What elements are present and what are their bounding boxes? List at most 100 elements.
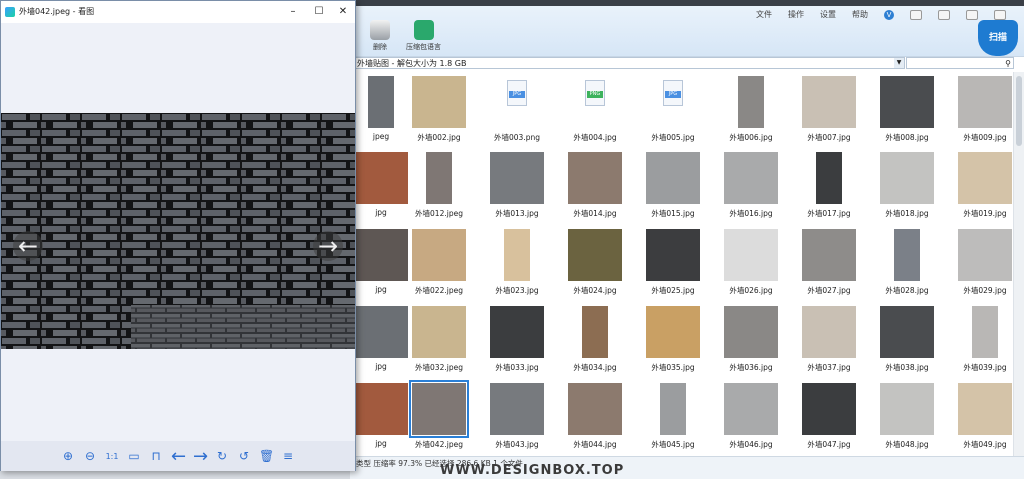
- menu-help[interactable]: 帮助: [852, 9, 868, 20]
- file-item[interactable]: 外墙034.jpg: [556, 302, 634, 378]
- file-item[interactable]: 外墙007.jpg: [790, 72, 868, 148]
- file-item[interactable]: JPG 外墙003.png: [478, 72, 556, 148]
- file-item[interactable]: 外墙036.jpg: [712, 302, 790, 378]
- user-icon[interactable]: V: [884, 9, 894, 20]
- file-item[interactable]: 外墙014.jpg: [556, 148, 634, 224]
- maximize-icon[interactable]: ☐: [307, 1, 331, 23]
- previous-image-button[interactable]: ←: [13, 231, 43, 261]
- open-folder-icon[interactable]: ▭: [127, 449, 141, 463]
- file-item[interactable]: 外墙047.jpg: [790, 379, 868, 455]
- path-bar[interactable]: 外墙贴图 - 解包大小为 1.8 GB ▼: [350, 57, 905, 69]
- file-item[interactable]: 外墙038.jpg: [868, 302, 946, 378]
- path-dropdown-icon[interactable]: ▼: [894, 58, 904, 68]
- file-name: 外墙042.jpeg: [415, 440, 463, 449]
- menu-settings[interactable]: 设置: [820, 9, 836, 20]
- file-item[interactable]: 外墙028.jpg: [868, 225, 946, 301]
- file-item[interactable]: 外墙033.jpg: [478, 302, 556, 378]
- file-item[interactable]: PNG 外墙004.jpg: [556, 72, 634, 148]
- next-image-button[interactable]: →: [313, 231, 343, 261]
- thumbnail-image: [958, 229, 1012, 281]
- slideshow-icon[interactable]: ⊓: [149, 449, 163, 463]
- scrollbar-thumb[interactable]: [1016, 76, 1022, 146]
- thumbnail-image: [660, 383, 686, 435]
- thumbnail-image: [490, 152, 544, 204]
- thumbnail-image: [724, 306, 778, 358]
- thumbnail-image: [958, 383, 1012, 435]
- minimize-icon[interactable]: [938, 9, 950, 20]
- search-input[interactable]: ⚲: [906, 57, 1014, 69]
- file-item[interactable]: 外墙043.jpg: [478, 379, 556, 455]
- file-name: 外墙026.jpg: [729, 286, 773, 295]
- rotate-left-icon[interactable]: ↺: [237, 449, 251, 463]
- file-item[interactable]: JPG 外墙005.jpg: [634, 72, 712, 148]
- thumbnail-image: [802, 229, 856, 281]
- file-item[interactable]: 外墙002.jpg: [400, 72, 478, 148]
- file-item[interactable]: 外墙006.jpg: [712, 72, 790, 148]
- thumbnail-image: [816, 152, 842, 204]
- thumbnail-image: [568, 152, 622, 204]
- image-file-icon: PNG: [585, 80, 605, 106]
- more-icon[interactable]: ≡: [281, 449, 295, 463]
- file-item[interactable]: 外墙022.jpeg: [400, 225, 478, 301]
- rotate-right-icon[interactable]: ↻: [215, 449, 229, 463]
- archive-language-button[interactable]: 压缩包语言: [406, 20, 441, 52]
- file-item[interactable]: 外墙046.jpg: [712, 379, 790, 455]
- thumbnail-image: [504, 229, 530, 281]
- menu-file[interactable]: 文件: [756, 9, 772, 20]
- file-item[interactable]: 外墙044.jpg: [556, 379, 634, 455]
- delete-label: 删除: [373, 43, 387, 51]
- file-item[interactable]: 外墙025.jpg: [634, 225, 712, 301]
- file-name: 外墙006.jpg: [729, 133, 773, 142]
- menu-operate[interactable]: 操作: [788, 9, 804, 20]
- minimize-icon[interactable]: –: [281, 1, 305, 23]
- file-item[interactable]: 外墙026.jpg: [712, 225, 790, 301]
- file-item[interactable]: 外墙008.jpg: [868, 72, 946, 148]
- file-item[interactable]: 外墙017.jpg: [790, 148, 868, 224]
- thumbnail-image: [368, 76, 394, 128]
- file-item[interactable]: 外墙027.jpg: [790, 225, 868, 301]
- file-item[interactable]: 外墙048.jpg: [868, 379, 946, 455]
- file-item[interactable]: 外墙032.jpeg: [400, 302, 478, 378]
- file-item[interactable]: 外墙042.jpeg: [400, 379, 478, 455]
- previous-icon[interactable]: ←: [171, 446, 186, 467]
- file-item[interactable]: 外墙035.jpg: [634, 302, 712, 378]
- thumbnail-image: [880, 152, 934, 204]
- file-item[interactable]: 外墙045.jpg: [634, 379, 712, 455]
- file-name: 外墙004.jpg: [573, 133, 617, 142]
- file-name: 外墙028.jpg: [885, 286, 929, 295]
- next-icon[interactable]: →: [193, 446, 208, 467]
- vertical-scrollbar[interactable]: [1013, 72, 1024, 456]
- delete-icon[interactable]: 🗑: [259, 449, 274, 463]
- zoom-in-icon[interactable]: ⊕: [61, 449, 75, 463]
- close-icon[interactable]: ✕: [331, 1, 355, 23]
- viewer-image: [1, 113, 355, 349]
- file-name: 外墙044.jpg: [573, 440, 617, 449]
- skin-icon[interactable]: [910, 9, 922, 20]
- brick-wall-image: [1, 113, 355, 349]
- file-item[interactable]: 外墙018.jpg: [868, 148, 946, 224]
- scan-shield-button[interactable]: 扫描: [978, 20, 1018, 56]
- image-file-icon: JPG: [663, 80, 683, 106]
- file-item[interactable]: 外墙023.jpg: [478, 225, 556, 301]
- thumbnail-image: [738, 76, 764, 128]
- file-name: 外墙046.jpg: [729, 440, 773, 449]
- thumbnail-image: [412, 306, 466, 358]
- zoom-out-icon[interactable]: ⊖: [83, 449, 97, 463]
- search-icon[interactable]: ⚲: [1005, 59, 1011, 68]
- thumbnail-image: [412, 229, 466, 281]
- delete-button[interactable]: 删除: [370, 20, 390, 52]
- file-item[interactable]: 外墙012.jpeg: [400, 148, 478, 224]
- file-item[interactable]: 外墙037.jpg: [790, 302, 868, 378]
- viewer-toolbar: ⊕ ⊖ 1:1 ▭ ⊓ ← → ↻ ↺ 🗑 ≡: [1, 441, 355, 471]
- file-item[interactable]: 外墙016.jpg: [712, 148, 790, 224]
- thumbnail-image: [646, 152, 700, 204]
- close-icon[interactable]: [994, 9, 1006, 20]
- actual-size-icon[interactable]: 1:1: [105, 452, 119, 461]
- thumbnail-image: [880, 76, 934, 128]
- file-name: 外墙035.jpg: [651, 363, 695, 372]
- file-item[interactable]: 外墙024.jpg: [556, 225, 634, 301]
- watermark-text: WWW.DESIGNBOX.TOP: [440, 463, 625, 478]
- file-item[interactable]: 外墙015.jpg: [634, 148, 712, 224]
- file-item[interactable]: 外墙013.jpg: [478, 148, 556, 224]
- maximize-icon[interactable]: [966, 9, 978, 20]
